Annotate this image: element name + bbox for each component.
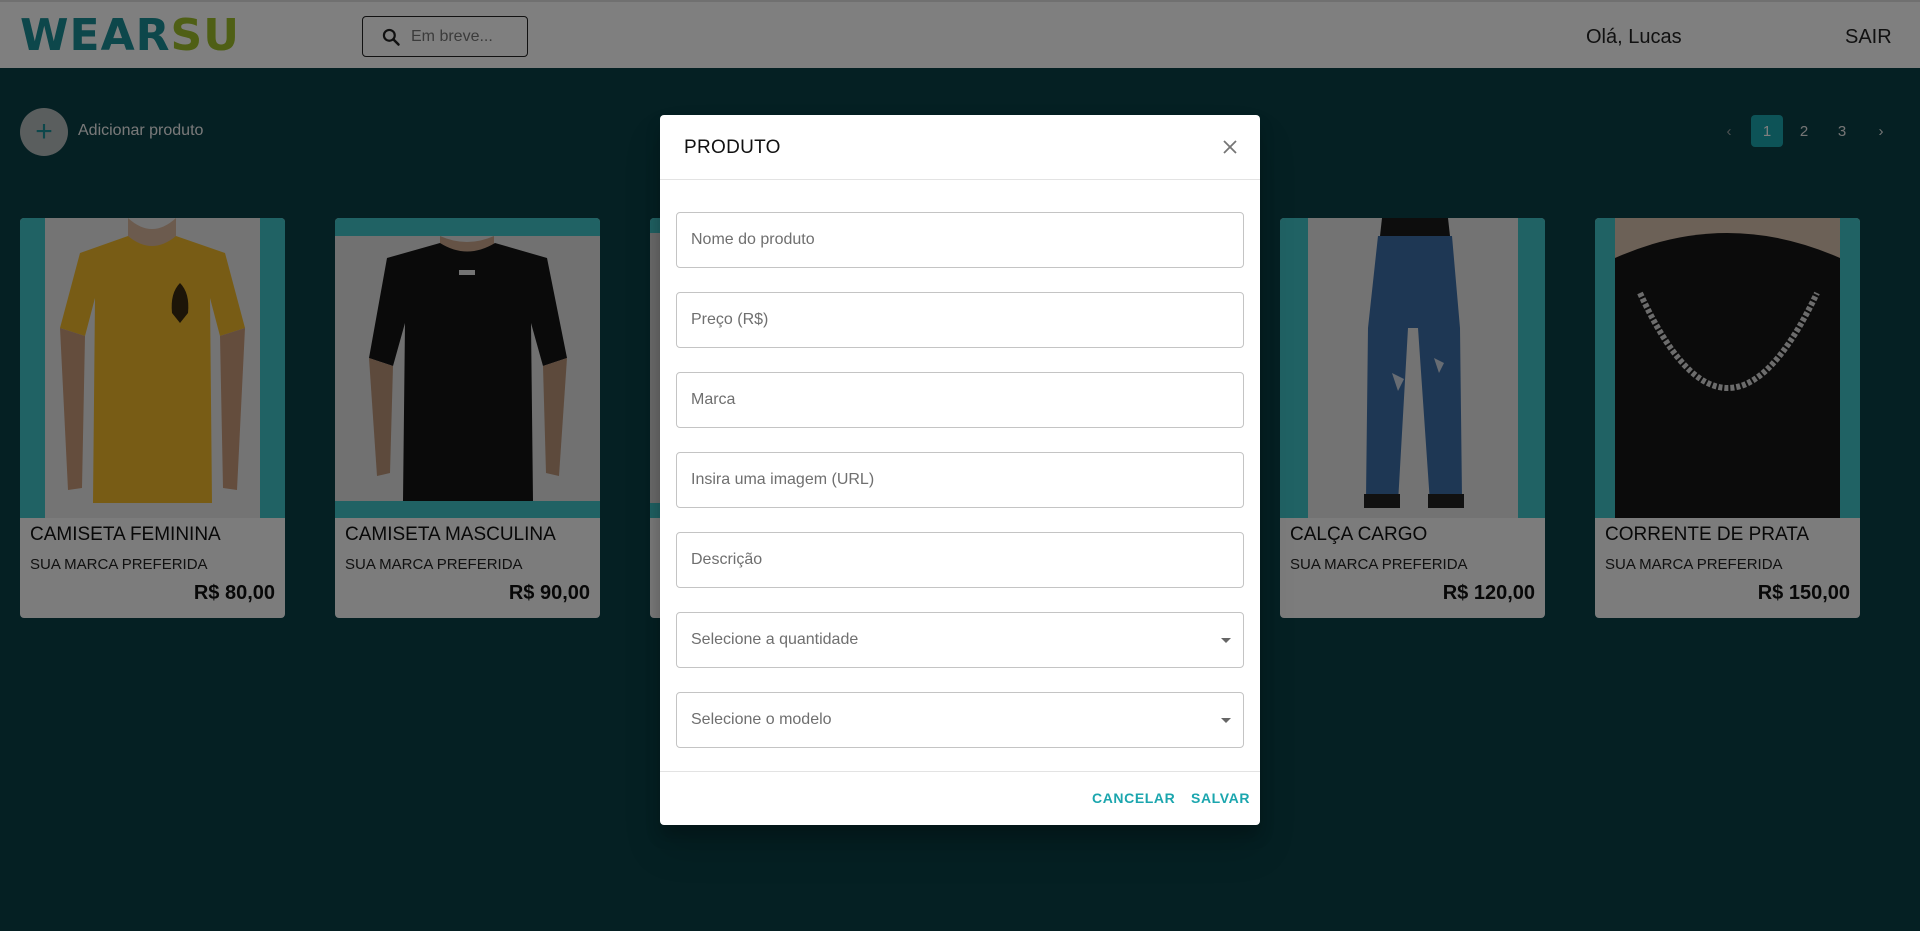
quantity-select-text: Selecione a quantidade [691,631,859,648]
image-url-field[interactable] [676,452,1244,508]
description-field[interactable] [676,532,1244,588]
brand-input[interactable] [691,391,1243,409]
chevron-down-icon [1221,718,1231,723]
chevron-down-icon [1221,638,1231,643]
close-button[interactable] [1216,133,1244,161]
price-field[interactable] [676,292,1244,348]
description-input[interactable] [691,551,1243,569]
model-select-text: Selecione o modelo [691,711,832,728]
dialog-footer-divider [660,771,1260,772]
image-url-input[interactable] [691,471,1243,489]
close-icon [1223,140,1237,154]
quantity-select[interactable]: Selecione a quantidade [676,612,1244,668]
cancel-button[interactable]: CANCELAR [1092,790,1175,806]
save-button[interactable]: SALVAR [1191,790,1250,806]
price-input[interactable] [691,311,1243,329]
model-select[interactable]: Selecione o modelo [676,692,1244,748]
product-name-input[interactable] [691,231,1243,249]
brand-field[interactable] [676,372,1244,428]
product-name-field[interactable] [676,212,1244,268]
dialog-header-divider [660,179,1260,180]
product-dialog: PRODUTO Selecione a quantidade Selecione… [660,115,1260,825]
dialog-title: PRODUTO [684,137,781,158]
